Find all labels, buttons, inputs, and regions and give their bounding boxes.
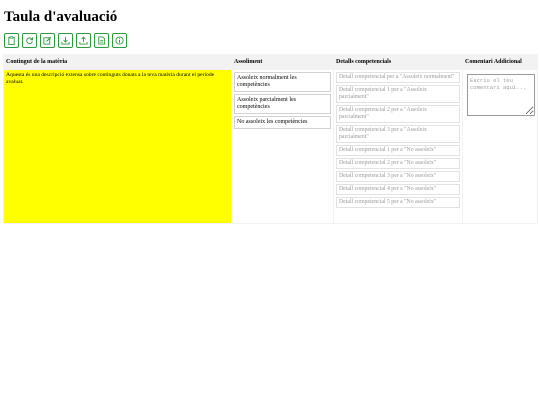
edit-icon — [43, 36, 52, 45]
download-button[interactable] — [58, 33, 73, 48]
header-achievement: Assoliment — [232, 55, 333, 69]
detail-item[interactable]: Detall competencial 2 per a "Assoleix pa… — [336, 105, 460, 123]
achievement-option[interactable]: Assoleix normalment les competències — [234, 72, 331, 92]
detail-item[interactable]: Detall competencial 3 per a "Assoleix pa… — [336, 125, 460, 143]
comment-cell — [463, 70, 537, 223]
document-icon — [98, 36, 106, 45]
table-row: Aquesta és una descripció extensa sobre … — [4, 70, 537, 223]
header-details: Detalls competencials — [334, 55, 462, 69]
detail-item[interactable]: Detall competencial 2 per a "No assoleix… — [336, 158, 460, 169]
detail-item[interactable]: Detall competencial 1 per a "No assoleix… — [336, 145, 460, 156]
achievement-option[interactable]: Assoleix parcialment les competències — [234, 94, 331, 114]
page-title: Taula d'avaluació — [4, 9, 118, 25]
header-comment: Comentari Addicional — [463, 55, 537, 69]
details-cell: Detall competencial per a "Assoleix norm… — [334, 70, 462, 223]
detail-item[interactable]: Detall competencial per a "Assoleix norm… — [336, 72, 460, 83]
table-header-row: Contingut de la matèria Assoliment Detal… — [4, 55, 537, 69]
download-icon — [61, 36, 70, 45]
header-content: Contingut de la matèria — [4, 55, 231, 69]
edit-button[interactable] — [40, 33, 55, 48]
detail-item[interactable]: Detall competencial 1 per a "Assoleix pa… — [336, 85, 460, 103]
upload-icon — [79, 36, 88, 45]
detail-item[interactable]: Detall competencial 3 per a "No assoleix… — [336, 171, 460, 182]
upload-button[interactable] — [76, 33, 91, 48]
info-icon — [115, 36, 124, 45]
copy-button[interactable] — [4, 33, 19, 48]
detail-item[interactable]: Detall competencial 5 per a "No assoleix… — [336, 197, 460, 208]
achievement-cell: Assoleix normalment les competències Ass… — [232, 70, 333, 223]
refresh-button[interactable] — [22, 33, 37, 48]
comment-textarea[interactable] — [467, 74, 535, 116]
clipboard-icon — [8, 36, 15, 45]
evaluation-table: Contingut de la matèria Assoliment Detal… — [3, 54, 538, 224]
content-description: Aquesta és una descripció extensa sobre … — [6, 72, 215, 85]
toolbar — [4, 33, 127, 48]
refresh-icon — [26, 37, 34, 45]
achievement-option[interactable]: No assoleix les competències — [234, 116, 331, 129]
info-button[interactable] — [112, 33, 127, 48]
content-cell[interactable]: Aquesta és una descripció extensa sobre … — [4, 70, 231, 223]
document-button[interactable] — [94, 33, 109, 48]
detail-item[interactable]: Detall competencial 4 per a "No assoleix… — [336, 184, 460, 195]
